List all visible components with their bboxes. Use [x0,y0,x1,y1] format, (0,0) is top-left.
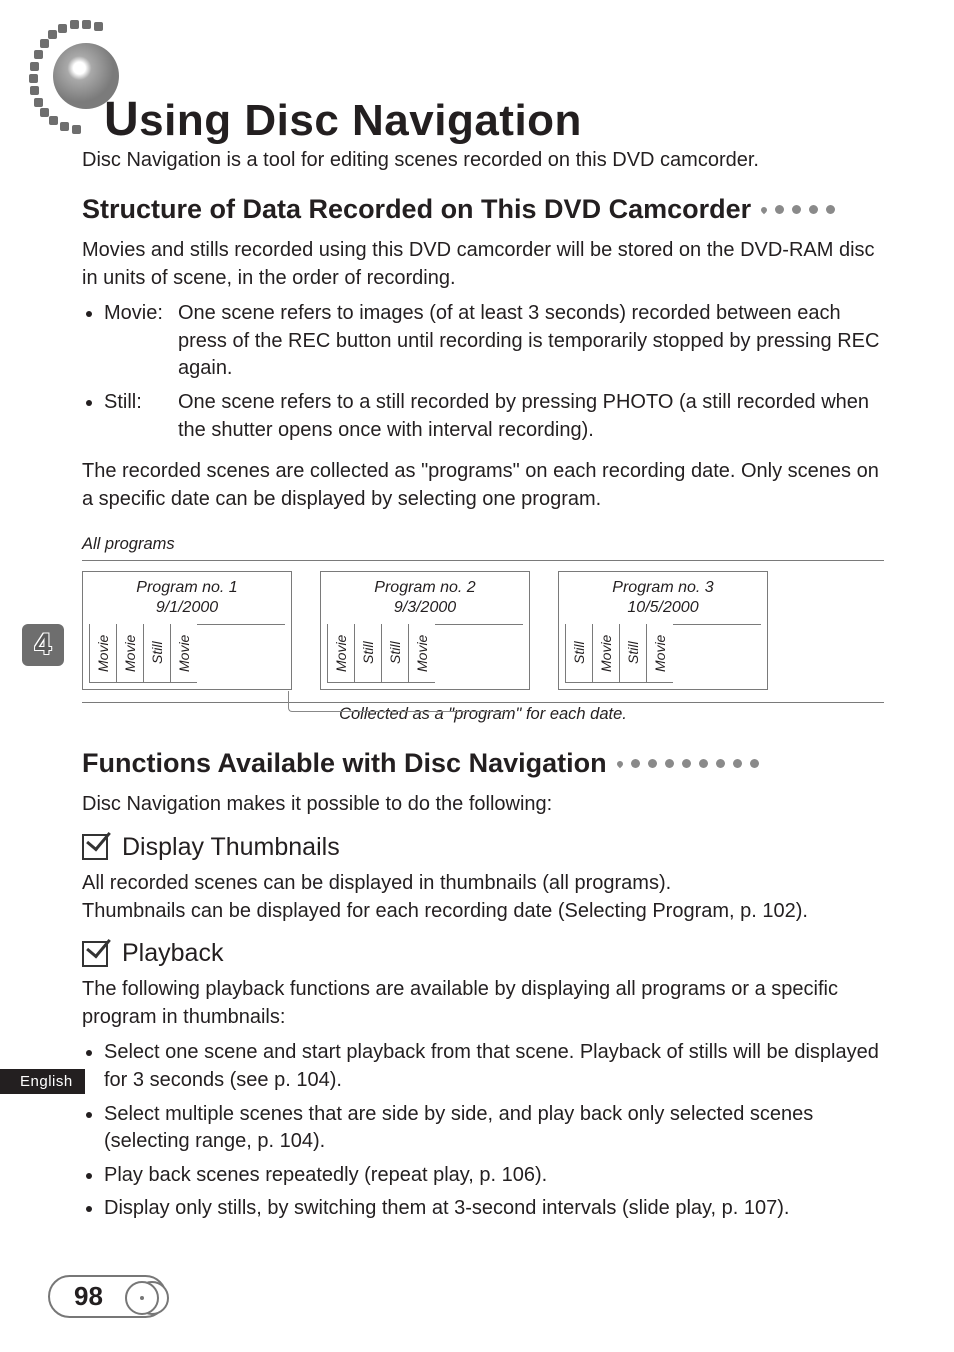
bullet-label-still: Still: [104,389,178,444]
scene-cell-blank [435,624,523,683]
leader-line [288,691,509,712]
program-box-2: Program no. 2 9/3/2000 Movie Still Still… [320,571,530,690]
bullet-label-movie: Movie: [104,300,178,383]
section-heading-structure: Structure of Data Recorded on This DVD C… [82,194,884,225]
bullet-text-movie: One scene refers to images (of at least … [178,300,884,383]
checkbox-icon [82,834,108,860]
chapter-title: Using Disc Navigation [104,92,884,147]
language-tab: English [0,1069,85,1094]
playback-intro: The following playback functions are ava… [82,976,884,1031]
bullet-text-still: One scene refers to a still recorded by … [178,389,884,444]
dot-trail-icon [761,205,835,214]
scene-cell: Movie [116,624,143,683]
scene-cell: Movie [592,624,619,683]
programs-diagram: Program no. 1 9/1/2000 Movie Movie Still… [82,560,884,703]
scene-definition-list: Movie: One scene refers to images (of at… [82,300,884,444]
scene-cell: Movie [170,624,197,683]
sub-heading-playback: Playback [82,939,884,968]
diagram-note: Collected as a "program" for each date. [82,705,884,724]
scene-cell: Movie [327,624,354,683]
scene-cell: Still [619,624,646,683]
sub-heading-thumbnails: Display Thumbnails [82,833,884,862]
program-box-1: Program no. 1 9/1/2000 Movie Movie Still… [82,571,292,690]
disc-stack-icon [125,1281,171,1313]
playback-bullet-list: Select one scene and start playback from… [82,1039,884,1223]
checkbox-icon [82,941,108,967]
playback-bullet: Display only stills, by switching them a… [104,1195,884,1223]
thumbnails-line2: Thumbnails can be displayed for each rec… [82,898,884,926]
sun-logo-graphic [36,26,136,126]
playback-bullet: Select multiple scenes that are side by … [104,1101,884,1156]
thumbnails-line1: All recorded scenes can be displayed in … [82,870,884,898]
scene-cell: Still [381,624,408,683]
section1-para2: The recorded scenes are collected as "pr… [82,458,884,513]
scene-cell-blank [197,624,285,683]
scene-cell: Movie [89,624,116,683]
dot-trail-icon [617,759,759,768]
chapter-number-badge: 4 [22,624,64,666]
scene-cell: Movie [646,624,673,683]
section1-para1: Movies and stills recorded using this DV… [82,237,884,292]
program-box-3: Program no. 3 10/5/2000 Still Movie Stil… [558,571,768,690]
scene-cell: Movie [408,624,435,683]
page-footer: 98 [48,1275,171,1318]
chapter-intro: Disc Navigation is a tool for editing sc… [82,149,884,172]
scene-cell: Still [565,624,592,683]
scene-cell-blank [673,624,761,683]
scene-cell: Still [143,624,170,683]
section-heading-functions: Functions Available with Disc Navigation [82,748,884,779]
scene-cell: Still [354,624,381,683]
section2-intro: Disc Navigation makes it possible to do … [82,791,884,819]
diagram-caption: All programs [82,535,884,554]
playback-bullet: Play back scenes repeatedly (repeat play… [104,1162,884,1190]
playback-bullet: Select one scene and start playback from… [104,1039,884,1094]
